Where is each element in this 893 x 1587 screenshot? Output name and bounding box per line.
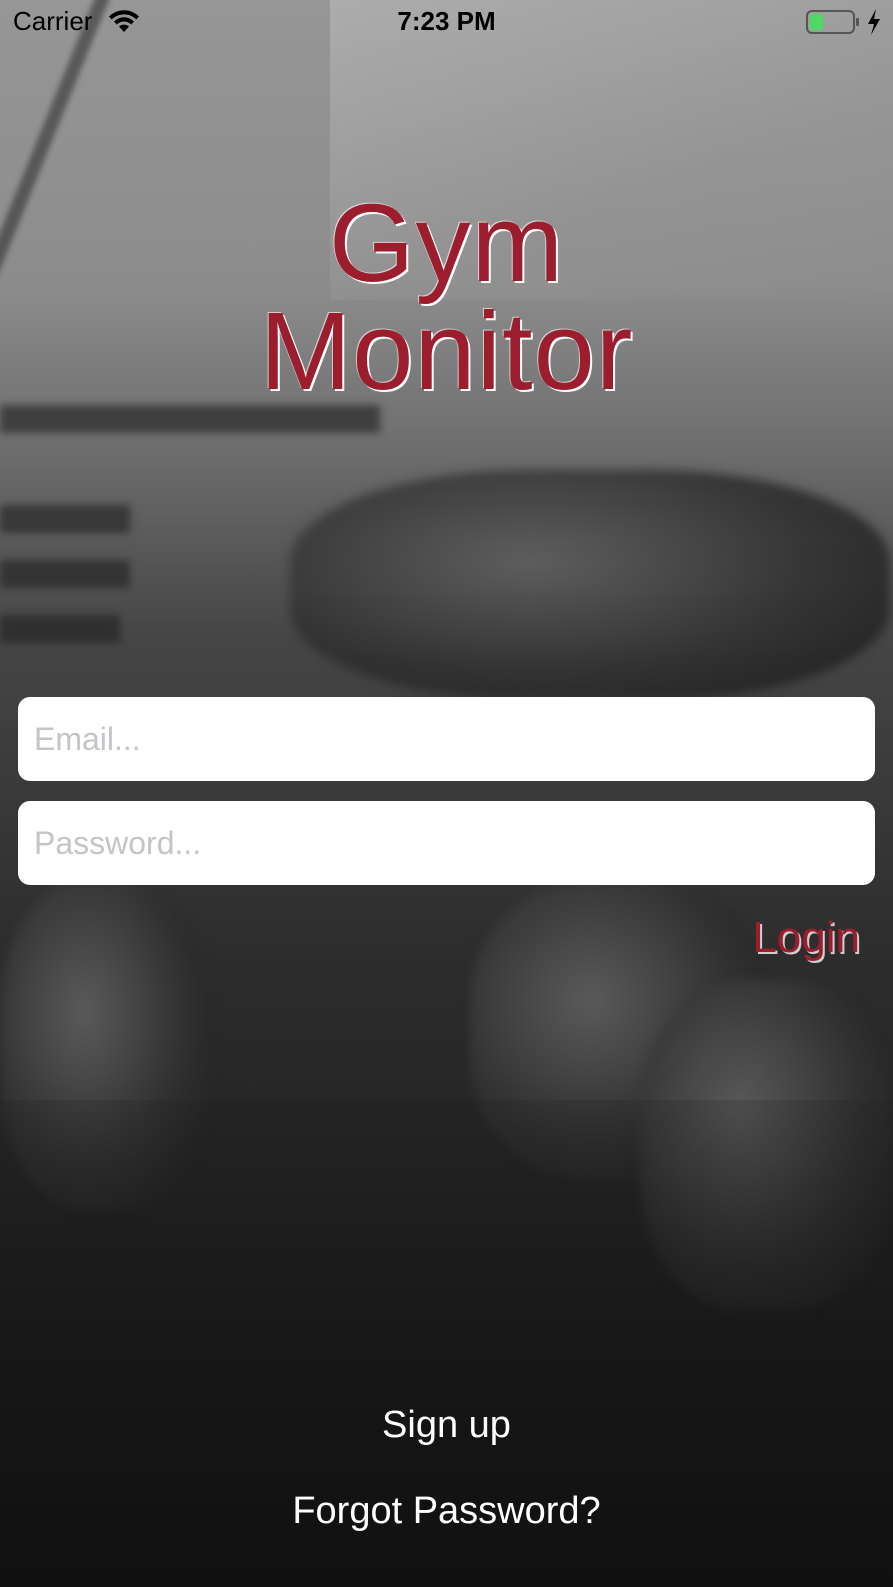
password-field[interactable] (18, 801, 875, 885)
email-field[interactable] (18, 697, 875, 781)
battery-icon (806, 10, 859, 34)
status-time: 7:23 PM (397, 6, 496, 36)
background-dumbbell-rack (290, 470, 890, 700)
background-stripe (0, 505, 130, 533)
background-stripe (0, 560, 130, 588)
login-screen: Carrier 7:23 PM Gym Monitor Login Sign u… (0, 0, 893, 1587)
app-title-line-2: Monitor (259, 290, 634, 413)
app-title-line-1: Gym (328, 182, 565, 305)
charging-bolt-icon (868, 9, 880, 35)
status-bar: Carrier 7:23 PM (0, 0, 893, 44)
login-button[interactable]: Login (730, 910, 870, 966)
app-title: Gym Monitor (0, 182, 893, 413)
forgot-password-button[interactable]: Forgot Password? (277, 1490, 617, 1533)
background-stripe (0, 615, 120, 643)
signup-button[interactable]: Sign up (327, 1404, 567, 1447)
